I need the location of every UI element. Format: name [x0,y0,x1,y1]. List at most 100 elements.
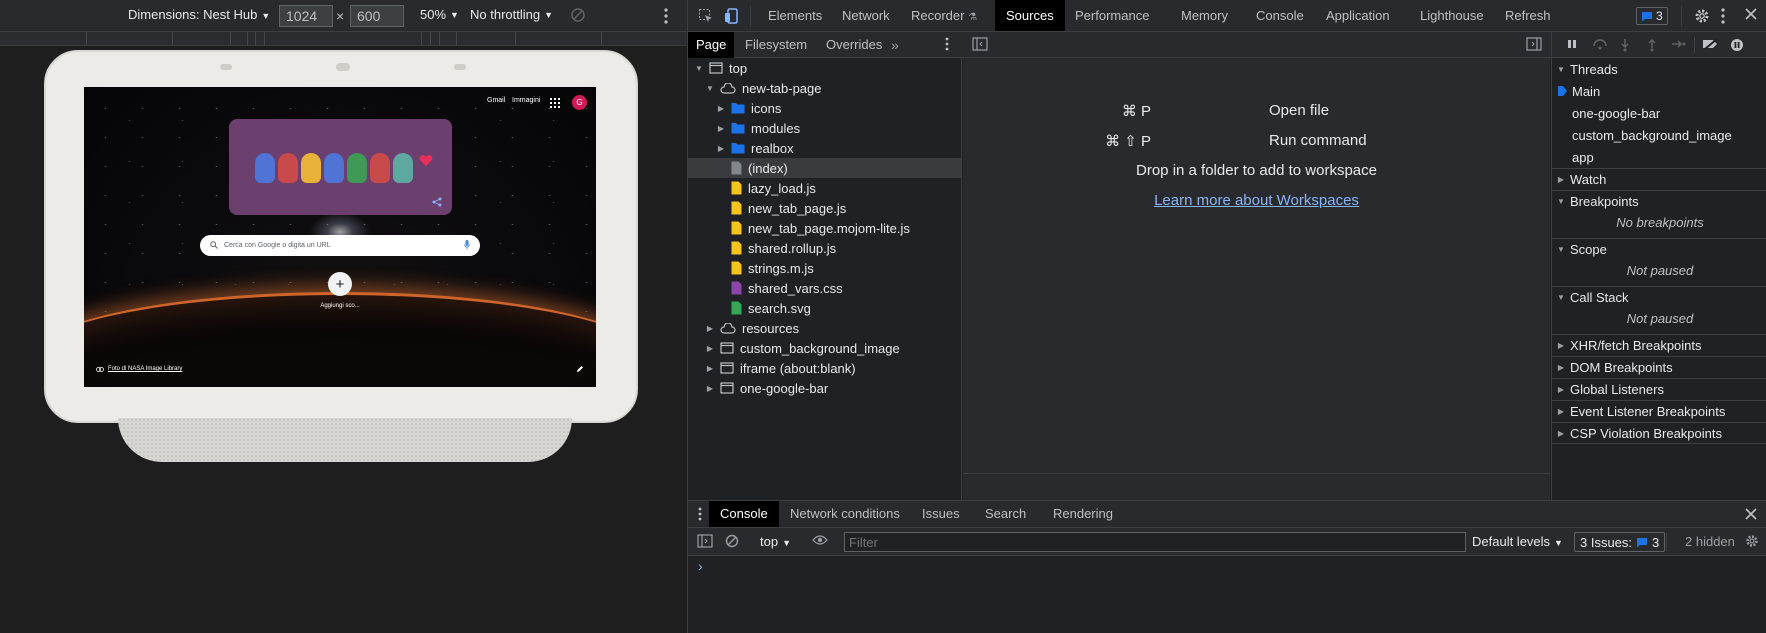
step-out-icon[interactable] [1646,38,1658,52]
gmail-link[interactable]: Gmail [487,97,505,104]
more-options-icon[interactable] [1721,8,1725,24]
expand-right-icon[interactable]: ▶ [705,324,715,333]
add-shortcut-button[interactable]: + [328,272,352,296]
xhr-breakpoints-header[interactable]: ▶ XHR/fetch Breakpoints [1552,334,1766,356]
more-options-icon[interactable] [664,8,668,24]
close-drawer-icon[interactable] [1745,508,1757,520]
expand-right-icon[interactable]: ▶ [705,384,715,393]
context-select[interactable]: top ▼ [760,534,791,549]
console-filter-input[interactable] [844,532,1466,552]
drawer-tab-search[interactable]: Search [974,501,1037,527]
width-input[interactable] [279,5,333,27]
drawer-menu-icon[interactable] [698,507,702,521]
tab-elements[interactable]: Elements [757,0,833,31]
google-doodle[interactable] [229,119,452,215]
apps-grid-icon[interactable] [550,98,560,108]
breakpoints-section-header[interactable]: ▼ Breakpoints [1552,190,1766,212]
dom-breakpoints-header[interactable]: ▶ DOM Breakpoints [1552,356,1766,378]
tree-item[interactable]: lazy_load.js [688,178,961,198]
csp-breakpoints-header[interactable]: ▶ CSP Violation Breakpoints [1552,422,1766,444]
tree-item[interactable]: shared_vars.css [688,278,961,298]
tab-lighthouse[interactable]: Lighthouse [1409,0,1495,31]
console-settings-gear-icon[interactable] [1745,534,1759,548]
expand-right-icon[interactable]: ▶ [716,144,726,153]
media-query-ruler[interactable] [0,32,687,46]
call-stack-section-header[interactable]: ▼ Call Stack [1552,286,1766,308]
tree-item[interactable]: ▶ custom_background_image [688,338,961,358]
microphone-icon[interactable] [464,240,470,250]
more-tabs-chevron-icon[interactable]: » [891,37,899,53]
background-credit-link[interactable]: Foto di NASA Image Library [96,366,182,372]
tree-item[interactable]: ▶ one-google-bar [688,378,961,398]
tree-item[interactable]: (index) [688,158,961,178]
height-input[interactable] [350,5,404,27]
thread-custom-background-image[interactable]: custom_background_image [1552,124,1766,146]
live-expression-eye-icon[interactable] [812,534,828,546]
tree-item[interactable]: strings.m.js [688,258,961,278]
inspect-element-icon[interactable] [698,8,714,24]
thread-main[interactable]: Main [1552,80,1766,102]
drawer-tab-rendering[interactable]: Rendering [1042,501,1124,527]
expand-down-icon[interactable]: ▼ [694,64,704,73]
zoom-select[interactable]: 50% ▼ [420,7,459,22]
pause-on-exceptions-icon[interactable] [1730,38,1744,52]
console-issues-button[interactable]: 3 Issues: 3 [1574,532,1666,552]
issues-counter-button[interactable]: 3 [1636,7,1668,25]
drawer-tab-network-conditions[interactable]: Network conditions [779,501,911,527]
rotate-icon[interactable] [570,7,586,23]
threads-section-header[interactable]: ▼ Threads [1552,58,1766,80]
show-sidebar-icon[interactable] [697,534,713,548]
drawer-tab-console[interactable]: Console [709,501,779,527]
thread-one-google-bar[interactable]: one-google-bar [1552,102,1766,124]
device-select[interactable]: Dimensions: Nest Hub ▼ [128,7,270,22]
search-input[interactable]: Cerca con Google o digita un URL [200,235,480,256]
expand-down-icon[interactable]: ▼ [705,84,715,93]
tab-network[interactable]: Network [831,0,901,31]
deactivate-breakpoints-icon[interactable] [1702,38,1720,50]
tree-item[interactable]: ▶ iframe (about:blank) [688,358,961,378]
device-toolbar-icon[interactable] [724,8,740,24]
expand-right-icon[interactable]: ▶ [716,104,726,113]
console-prompt[interactable]: › [698,558,703,574]
step-icon[interactable] [1671,38,1687,50]
tab-console[interactable]: Console [1245,0,1315,31]
log-levels-select[interactable]: Default levels ▼ [1472,534,1563,549]
close-icon[interactable] [1745,8,1757,20]
event-listener-breakpoints-header[interactable]: ▶ Event Listener Breakpoints [1552,400,1766,422]
expand-right-icon[interactable]: ▶ [705,364,715,373]
avatar[interactable]: G [572,95,587,110]
tab-recorder[interactable]: Recorder ⚗ [900,0,988,31]
tree-item[interactable]: ▶ modules [688,118,961,138]
expand-right-icon[interactable]: ▶ [705,344,715,353]
tree-item[interactable]: search.svg [688,298,961,318]
settings-gear-icon[interactable] [1694,8,1710,24]
toggle-navigator-icon[interactable] [972,37,988,51]
tree-item[interactable]: ▶ resources [688,318,961,338]
customize-pencil-icon[interactable] [576,365,584,373]
tree-item[interactable]: ▼ new-tab-page [688,78,961,98]
tab-performance[interactable]: Performance [1064,0,1160,31]
tree-item[interactable]: ▼ top [688,58,961,78]
tab-sources[interactable]: Sources [995,0,1065,31]
step-into-icon[interactable] [1619,38,1631,52]
tree-item[interactable]: new_tab_page.js [688,198,961,218]
global-listeners-header[interactable]: ▶ Global Listeners [1552,378,1766,400]
navigator-menu-icon[interactable] [945,37,949,51]
tab-refresh[interactable]: Refresh [1494,0,1562,31]
tree-item[interactable]: ▶ icons [688,98,961,118]
tab-page[interactable]: Page [688,32,735,58]
thread-app[interactable]: app [1552,146,1766,168]
tab-application[interactable]: Application [1315,0,1401,31]
toggle-debugger-icon[interactable] [1526,37,1542,51]
tab-overrides[interactable]: Overrides [818,32,890,58]
tree-item[interactable]: new_tab_page.mojom-lite.js [688,218,961,238]
learn-workspaces-link[interactable]: Learn more about Workspaces [963,192,1550,209]
pause-icon[interactable] [1566,38,1578,50]
expand-right-icon[interactable]: ▶ [716,124,726,133]
tree-item[interactable]: ▶ realbox [688,138,961,158]
tab-memory[interactable]: Memory [1170,0,1239,31]
tree-item[interactable]: shared.rollup.js [688,238,961,258]
watch-section-header[interactable]: ▶ Watch [1552,168,1766,190]
clear-console-icon[interactable] [725,534,739,548]
drawer-tab-issues[interactable]: Issues [911,501,971,527]
